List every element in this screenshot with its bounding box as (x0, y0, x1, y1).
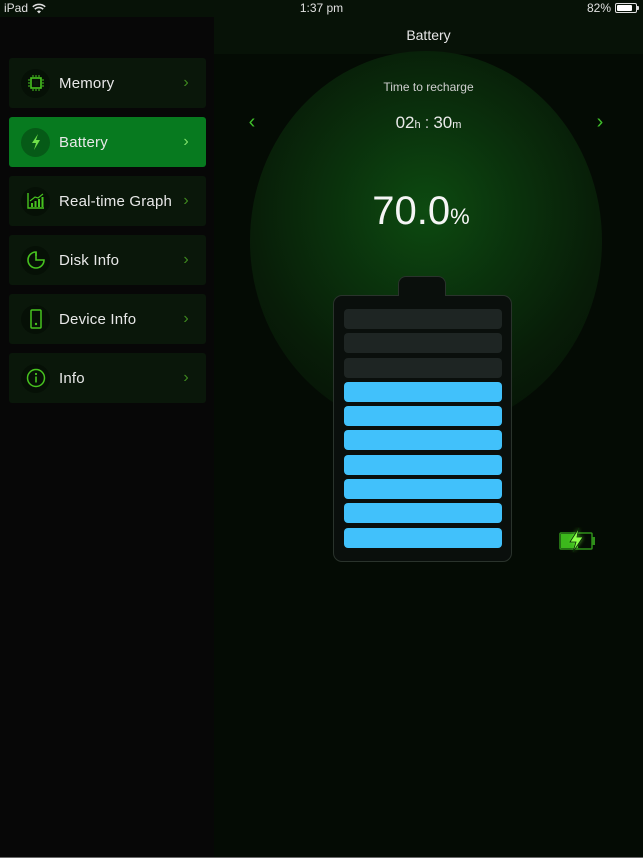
sidebar-item-label: Device Info (59, 310, 137, 328)
prev-arrow-button[interactable]: ‹ (242, 111, 262, 134)
sidebar-item-label: Battery (59, 133, 108, 151)
sidebar-item-device-info[interactable]: Device Info › (9, 294, 206, 344)
battery-cell-empty (344, 309, 502, 329)
bolt-icon (21, 127, 50, 157)
sidebar-item-label: Info (59, 369, 85, 387)
battery-icon (615, 3, 639, 13)
battery-cell-filled (344, 527, 502, 548)
chevron-right-icon: › (183, 369, 189, 386)
chevron-right-icon: › (183, 310, 189, 327)
next-arrow-button[interactable]: › (590, 111, 610, 134)
charging-battery-icon (559, 527, 595, 553)
page-title: Battery (214, 17, 643, 54)
status-time: 1:37 pm (299, 1, 344, 15)
percent-symbol: % (450, 204, 470, 229)
battery-cell-filled (344, 406, 502, 427)
battery-cell-filled (344, 454, 502, 475)
recharge-minutes: 30 (433, 113, 453, 132)
battery-cell-filled (344, 503, 502, 524)
chevron-right-icon: › (183, 251, 189, 268)
chip-icon (21, 68, 50, 98)
battery-cell-empty (344, 357, 502, 378)
minutes-unit: m (452, 119, 462, 131)
chevron-right-icon: › (183, 133, 189, 150)
battery-cap-joint (399, 294, 445, 297)
sidebar-item-battery[interactable]: Battery › (9, 117, 206, 167)
recharge-hours: 02 (395, 113, 415, 132)
battery-cell-empty (344, 333, 502, 354)
battery-cell-filled (344, 381, 502, 402)
status-bar: iPad 1:37 pm 82% (0, 0, 643, 17)
battery-cells (344, 309, 502, 552)
sidebar-item-label: Disk Info (59, 251, 120, 269)
percent-value: 70.0 (372, 189, 451, 233)
battery-graphic (333, 295, 512, 562)
bar-chart-icon (21, 186, 50, 216)
battery-cell-filled (344, 479, 502, 500)
chevron-right-icon: › (183, 192, 189, 209)
sidebar-item-memory[interactable]: Memory › (9, 58, 206, 108)
sidebar-item-label: Real-time Graph (59, 192, 173, 210)
recharge-label: Time to recharge (383, 80, 474, 94)
sidebar-item-realtime-graph[interactable]: Real-time Graph › (9, 176, 206, 226)
recharge-time: 02h:30m (214, 113, 643, 133)
hours-unit: h (414, 119, 421, 131)
sidebar: Memory › Battery › Real-time Graph › Dis… (0, 17, 214, 858)
battery-percent: 82% (586, 1, 611, 15)
sidebar-item-label: Memory (59, 74, 115, 92)
battery-panel: Battery Time to recharge 02h:30m ‹ › 70.… (214, 17, 643, 858)
chevron-right-icon: › (183, 74, 189, 91)
battery-cell-filled (344, 430, 502, 451)
battery-percentage: 70.0% (214, 189, 628, 234)
info-icon (21, 363, 50, 393)
sidebar-item-info[interactable]: Info › (9, 353, 206, 403)
sidebar-item-disk-info[interactable]: Disk Info › (9, 235, 206, 285)
phone-icon (21, 304, 50, 334)
time-separator: : (424, 113, 430, 132)
disk-pie-icon (21, 245, 50, 275)
